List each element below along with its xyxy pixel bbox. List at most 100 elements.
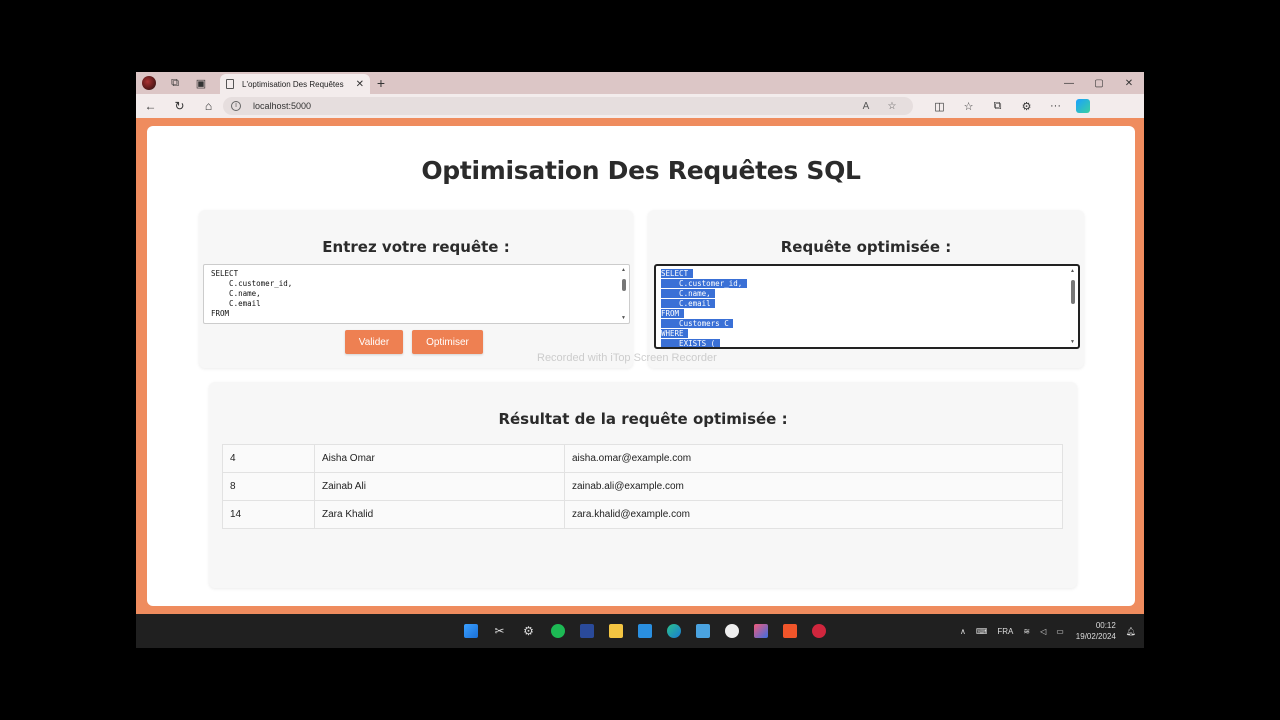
scroll-thumb[interactable]: [622, 279, 626, 291]
result-heading: Résultat de la requête optimisée :: [498, 410, 788, 428]
output-panel: Requête optimisée : SELECT C.customer_id…: [648, 210, 1084, 368]
sql-output-line: SELECT: [661, 269, 693, 278]
url-field[interactable]: i localhost:5000 A ☆: [223, 97, 913, 115]
start-icon[interactable]: [456, 614, 485, 648]
cell-email: zara.khalid@example.com: [564, 500, 1063, 529]
favorite-star-icon[interactable]: ☆: [879, 101, 905, 112]
maximize-icon[interactable]: ▢: [1084, 78, 1114, 89]
favorites-icon[interactable]: ☆: [954, 100, 983, 113]
taskbar-apps: ✂ ⚙: [456, 614, 833, 648]
browser-tab[interactable]: L'optimisation Des Requêtes ✕: [220, 74, 370, 94]
scroll-down-icon[interactable]: ▼: [1070, 339, 1075, 345]
sql-output-line: WHERE: [661, 329, 689, 338]
profile-avatar[interactable]: [136, 72, 162, 94]
close-tab-icon[interactable]: ✕: [356, 79, 364, 90]
sql-input-text: SELECT C.customer_id, C.name, C.email FR…: [211, 269, 293, 318]
scroll-thumb[interactable]: [1071, 280, 1075, 304]
screen: ⧉ ▣ L'optimisation Des Requêtes ✕ + — ▢ …: [136, 72, 1144, 648]
tab-title: L'optimisation Des Requêtes: [242, 79, 344, 89]
input-panel: Entrez votre requête : SELECT C.customer…: [199, 210, 633, 368]
scroll-up-icon[interactable]: ▲: [621, 267, 626, 273]
table-row: 4 Aisha Omar aisha.omar@example.com: [222, 444, 1063, 473]
extensions-icon[interactable]: ⚙: [1012, 100, 1041, 113]
notification-bell-icon[interactable]: 🔔︎: [1126, 627, 1136, 636]
home-icon[interactable]: ⌂: [194, 99, 223, 113]
close-window-icon[interactable]: ✕: [1114, 78, 1144, 89]
result-panel: Résultat de la requête optimisée : 4 Aish…: [209, 382, 1077, 588]
refresh-icon[interactable]: ↻: [165, 99, 194, 113]
battery-icon[interactable]: ▭: [1056, 627, 1064, 636]
cell-email: aisha.omar@example.com: [564, 444, 1063, 473]
cell-id: 8: [222, 472, 315, 501]
file-explorer-icon[interactable]: [601, 614, 630, 648]
output-heading: Requête optimisée :: [780, 238, 952, 256]
chevron-up-icon[interactable]: ∧: [960, 627, 966, 636]
browser-tab-bar: ⧉ ▣ L'optimisation Des Requêtes ✕ + — ▢ …: [136, 72, 1144, 94]
intellij-icon[interactable]: [746, 614, 775, 648]
language-indicator[interactable]: FRA: [997, 627, 1013, 636]
system-tray: ∧ ⌨ FRA ≋ ◁ ▭ 00:12 19/02/2024 🔔︎: [950, 614, 1136, 648]
url-text: localhost:5000: [253, 101, 312, 111]
main-container: Optimisation Des Requêtes SQL Entrez vot…: [147, 126, 1135, 606]
scrollbar[interactable]: ▲ ▼: [1069, 268, 1077, 345]
clock[interactable]: 00:12 19/02/2024: [1076, 620, 1116, 642]
recorder-watermark: Recorded with iTop Screen Recorder: [537, 352, 717, 364]
more-icon[interactable]: ···: [1041, 100, 1070, 113]
cell-name: Zara Khalid: [314, 500, 565, 529]
taskbar: ✂ ⚙ ∧ ⌨ FRA ≋ ◁ ▭ 00:12 19/02/2024 🔔︎: [136, 614, 1144, 648]
read-aloud-icon[interactable]: A: [853, 101, 879, 112]
scrollbar[interactable]: ▲ ▼: [620, 267, 628, 321]
workspaces-icon[interactable]: ⧉: [162, 72, 188, 94]
cell-name: Aisha Omar: [314, 444, 565, 473]
cell-email: zainab.ali@example.com: [564, 472, 1063, 501]
volume-icon[interactable]: ◁: [1040, 627, 1046, 636]
settings-icon[interactable]: ⚙: [514, 614, 543, 648]
sql-output-line: FROM: [661, 309, 684, 318]
screen-recorder-icon[interactable]: [804, 614, 833, 648]
cell-name: Zainab Ali: [314, 472, 565, 501]
back-icon[interactable]: ←: [136, 99, 165, 113]
cell-id: 14: [222, 500, 315, 529]
sql-input-textarea[interactable]: SELECT C.customer_id, C.name, C.email FR…: [203, 264, 630, 324]
github-icon[interactable]: [717, 614, 746, 648]
keyboard-icon[interactable]: ⌨: [976, 627, 988, 636]
results-table: 4 Aisha Omar aisha.omar@example.com 8 Zainab…: [222, 444, 1063, 529]
table-row: 14 Zara Khalid zara.khalid@example.com: [222, 500, 1063, 529]
wifi-icon[interactable]: ≋: [1023, 627, 1030, 636]
minimize-icon[interactable]: —: [1054, 78, 1084, 89]
address-bar-row: ← ↻ ⌂ i localhost:5000 A ☆ ◫ ☆ ⧉ ⚙ ···: [136, 94, 1144, 118]
page-title: Optimisation Des Requêtes SQL: [421, 156, 861, 185]
snipping-tool-icon[interactable]: ✂: [485, 614, 514, 648]
edge-icon[interactable]: [659, 614, 688, 648]
scroll-up-icon[interactable]: ▲: [1070, 268, 1075, 274]
scroll-down-icon[interactable]: ▼: [621, 315, 626, 321]
collections-icon[interactable]: ⧉: [983, 100, 1012, 113]
copilot-icon[interactable]: [1076, 99, 1090, 113]
validate-button[interactable]: Valider: [345, 330, 403, 354]
sql-output-textarea[interactable]: SELECT C.customer_id, C.name, C.email FR…: [654, 264, 1080, 349]
brave-icon[interactable]: [775, 614, 804, 648]
table-row: 8 Zainab Ali zainab.ali@example.com: [222, 472, 1063, 501]
tab-actions-icon[interactable]: ▣: [188, 72, 214, 94]
sql-output-text: SELECT C.customer_id, C.name, C.email FR…: [656, 266, 1078, 347]
optimize-button[interactable]: Optimiser: [412, 330, 483, 354]
terminal-icon[interactable]: [572, 614, 601, 648]
sql-output-line: Customers C: [661, 319, 734, 328]
clock-date: 19/02/2024: [1075, 632, 1116, 641]
cell-id: 4: [222, 444, 315, 473]
spotify-icon[interactable]: [543, 614, 572, 648]
page-background: Optimisation Des Requêtes SQL Entrez vot…: [136, 118, 1144, 614]
notepad-icon[interactable]: [688, 614, 717, 648]
sql-output-line: C.email: [661, 299, 716, 308]
new-tab-icon[interactable]: +: [370, 75, 392, 91]
clock-time: 00:12: [1095, 621, 1116, 630]
window-controls: — ▢ ✕: [1054, 78, 1144, 89]
site-info-icon[interactable]: i: [231, 101, 241, 111]
sql-output-line: C.name,: [661, 289, 716, 298]
input-heading: Entrez votre requête :: [322, 238, 510, 256]
split-screen-icon[interactable]: ◫: [925, 100, 954, 113]
vscode-icon[interactable]: [630, 614, 659, 648]
sql-output-line: C.customer_id,: [661, 279, 747, 288]
page-icon: [226, 79, 234, 89]
toolbar-icons: ◫ ☆ ⧉ ⚙ ···: [925, 100, 1070, 113]
